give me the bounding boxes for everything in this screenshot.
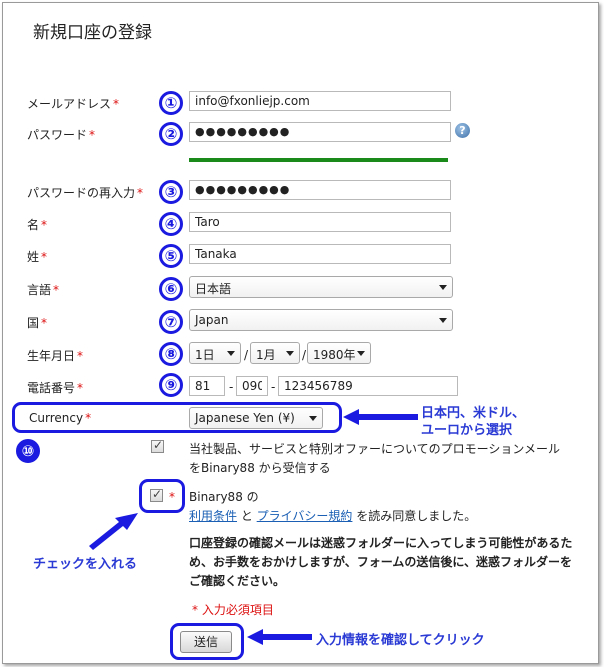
submit-arrow-icon (247, 629, 312, 645)
country-value: Japan (195, 313, 229, 327)
birth-month-select[interactable]: 1月 (250, 342, 300, 364)
submit-button[interactable]: 送信 (180, 631, 232, 653)
birth-year-select[interactable]: 1980年 (307, 342, 371, 364)
phone-separator: - (229, 380, 234, 394)
email-field[interactable] (189, 91, 451, 111)
required-fields-note: * 入力必須項目 (192, 603, 274, 617)
promo-text-line2: をBinary88 から受信する (189, 461, 331, 475)
last-name-field[interactable] (189, 244, 451, 264)
birthdate-label: 生年月日 * (27, 349, 84, 363)
language-label: 言語 * (27, 283, 60, 297)
password-confirm-field[interactable]: ●●●●●●●●● (189, 180, 451, 200)
phone-country-code-field[interactable] (189, 376, 225, 396)
terms-required-mark: * (169, 490, 175, 504)
step-number-5: ⑤ (159, 244, 183, 268)
submit-note: 入力情報を確認してクリック (316, 633, 485, 648)
chevron-down-icon (357, 351, 365, 356)
promo-checkbox[interactable] (151, 438, 164, 453)
step-number-1: ① (159, 91, 183, 115)
chevron-down-icon (309, 416, 317, 421)
phone-label: 電話番号 * (27, 381, 84, 395)
terms-text-line1: Binary88 の (189, 490, 259, 504)
chevron-down-icon (439, 285, 447, 290)
email-label: メールアドレス * (27, 97, 120, 111)
first-name-field[interactable] (189, 212, 451, 232)
help-icon[interactable]: ? (455, 123, 470, 138)
terms-checkbox[interactable] (150, 487, 163, 502)
date-separator: / (302, 348, 307, 362)
password-confirm-label: パスワードの再入力 * (27, 186, 144, 200)
password-label: パスワード * (27, 128, 96, 142)
language-value: 日本語 (195, 282, 232, 296)
step-number-2: ② (159, 122, 183, 146)
spam-folder-notice: 口座登録の確認メールは迷惑フォルダーに入ってしまう可能性があるため、お手数をおか… (189, 536, 573, 588)
last-name-label: 姓 * (27, 250, 48, 264)
step-number-6: ⑥ (159, 277, 183, 301)
country-label: 国 * (27, 316, 48, 330)
step-number-7: ⑦ (159, 310, 183, 334)
chevron-down-icon (286, 351, 294, 356)
currency-note-line2: ユーロから選択 (421, 423, 513, 438)
check-note: チェックを入れる (33, 557, 138, 572)
check-arrow-icon (89, 513, 138, 550)
birth-day-value: 1日 (195, 348, 215, 362)
currency-select[interactable]: Japanese Yen (¥) (189, 407, 323, 429)
step-number-3: ③ (159, 180, 183, 204)
birth-year-value: 1980年 (313, 348, 356, 362)
terms-text-line2: 利用条件 と プライバシー規約 を読み同意しました。 (189, 509, 477, 523)
birth-day-select[interactable]: 1日 (189, 342, 241, 364)
language-select[interactable]: 日本語 (189, 276, 453, 298)
phone-number-field[interactable] (278, 376, 458, 396)
phone-area-code-field[interactable] (236, 376, 268, 396)
privacy-policy-link[interactable]: プライバシー規約 (257, 509, 353, 523)
password-field[interactable]: ●●●●●●●●● (189, 122, 451, 142)
currency-arrow-icon (343, 409, 418, 425)
step-number-8: ⑧ (159, 342, 183, 366)
birth-month-value: 1月 (256, 348, 276, 362)
page-title: 新規口座の登録 (33, 23, 152, 43)
terms-of-use-link[interactable]: 利用条件 (189, 509, 237, 523)
password-strength-bar (189, 158, 448, 162)
currency-label: Currency * (29, 411, 92, 425)
step-number-9: ⑨ (159, 373, 183, 397)
step-number-10: ⑩ (16, 439, 40, 463)
step-number-4: ④ (159, 212, 183, 236)
phone-separator: - (271, 380, 276, 394)
screenshot-frame: 新規口座の登録 メールアドレス* ① パスワード* ② ●●●●●●●●● ? … (2, 2, 599, 664)
promo-text-line1: 当社製品、サービスと特別オファーについてのプロモーションメール (189, 442, 561, 456)
country-select[interactable]: Japan (189, 309, 453, 331)
chevron-down-icon (439, 318, 447, 323)
currency-value: Japanese Yen (¥) (195, 411, 295, 425)
date-separator: / (244, 348, 249, 362)
first-name-label: 名 * (27, 218, 48, 232)
chevron-down-icon (227, 351, 235, 356)
